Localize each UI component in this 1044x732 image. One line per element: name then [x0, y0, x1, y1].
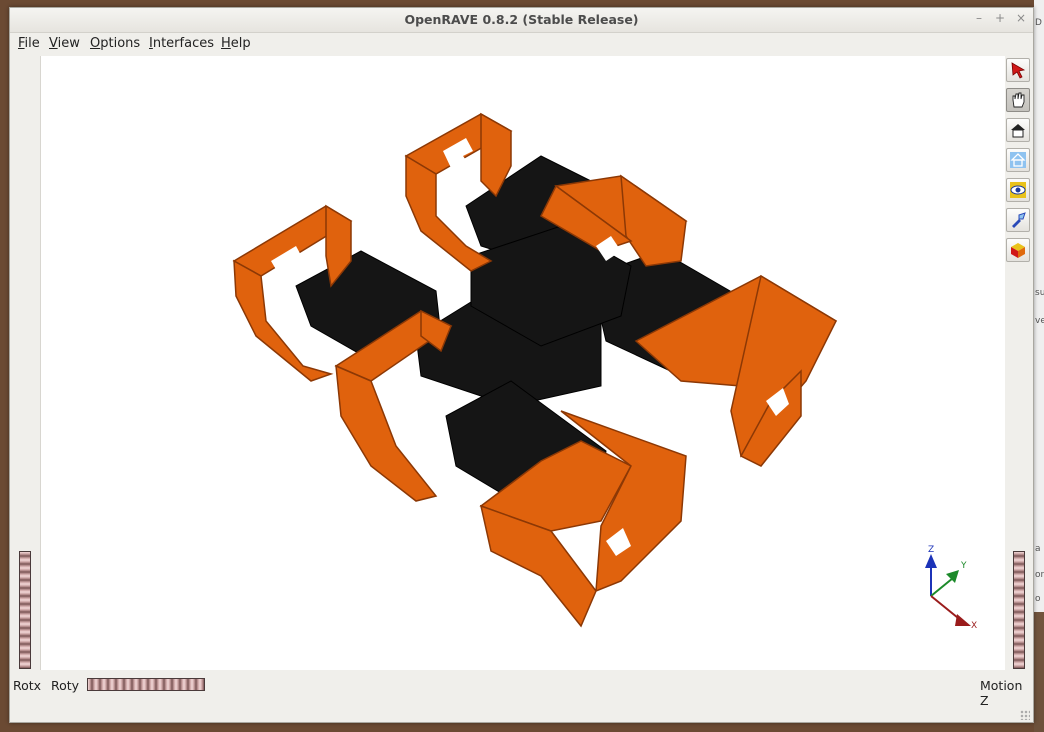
viewer-toolbar: [1004, 56, 1034, 276]
edge-text: ve: [1035, 316, 1044, 326]
window-title: OpenRAVE 0.8.2 (Stable Release): [404, 12, 639, 27]
edge-text: a: [1035, 544, 1041, 554]
pan-mode-button[interactable]: [1006, 88, 1030, 112]
title-bar[interactable]: OpenRAVE 0.8.2 (Stable Release) – + ×: [10, 8, 1033, 33]
axis-z-label: Z: [928, 545, 934, 555]
menu-options[interactable]: Options: [90, 36, 140, 51]
robot-scene: Z Y X: [232, 112, 977, 631]
menu-bar: File View Options Interfaces Help: [10, 33, 1033, 54]
projection-button[interactable]: [1006, 238, 1030, 262]
roty-label: Roty: [51, 678, 80, 693]
axis-x-label: X: [971, 621, 977, 631]
seek-button[interactable]: [1006, 208, 1030, 232]
menu-view[interactable]: View: [49, 36, 80, 51]
projection-cube-icon: [1011, 243, 1025, 258]
menu-file[interactable]: File: [18, 36, 40, 51]
edge-text: o: [1035, 594, 1041, 604]
openrave-window: OpenRAVE 0.8.2 (Stable Release) – + × Fi…: [9, 7, 1034, 723]
3d-viewport[interactable]: Z Y X: [40, 56, 1005, 670]
view-all-button[interactable]: [1006, 178, 1030, 202]
motion-z-thumbwheel[interactable]: [1013, 551, 1025, 669]
close-button[interactable]: ×: [1014, 11, 1028, 25]
resize-grip[interactable]: [1020, 710, 1030, 720]
set-home-icon: [1010, 152, 1026, 168]
edge-text: D: [1035, 18, 1042, 28]
rotx-label: Rotx: [13, 678, 42, 693]
roty-thumbwheel[interactable]: [87, 678, 205, 691]
set-home-button[interactable]: [1006, 148, 1030, 172]
minimize-button[interactable]: –: [972, 11, 986, 25]
background-window-edge: [1034, 0, 1044, 612]
edge-text: su: [1035, 288, 1044, 298]
motion-z-label: Motion Z: [980, 678, 1023, 708]
maximize-button[interactable]: +: [993, 11, 1007, 25]
pan-hand-icon: [1012, 92, 1025, 108]
select-arrow-icon: [1011, 62, 1026, 79]
rotx-thumbwheel[interactable]: [19, 551, 31, 669]
home-view-button[interactable]: [1006, 118, 1030, 142]
home-view-icon: [1011, 124, 1025, 138]
seek-flashlight-icon: [1012, 212, 1026, 228]
select-mode-button[interactable]: [1006, 58, 1030, 82]
menu-interfaces[interactable]: Interfaces: [149, 36, 214, 51]
view-all-icon: [1010, 182, 1026, 198]
edge-text: or: [1035, 570, 1044, 580]
axis-y-label: Y: [960, 561, 967, 571]
menu-help[interactable]: Help: [221, 36, 251, 51]
desktop-edge: D su ve a or o: [1034, 0, 1044, 732]
